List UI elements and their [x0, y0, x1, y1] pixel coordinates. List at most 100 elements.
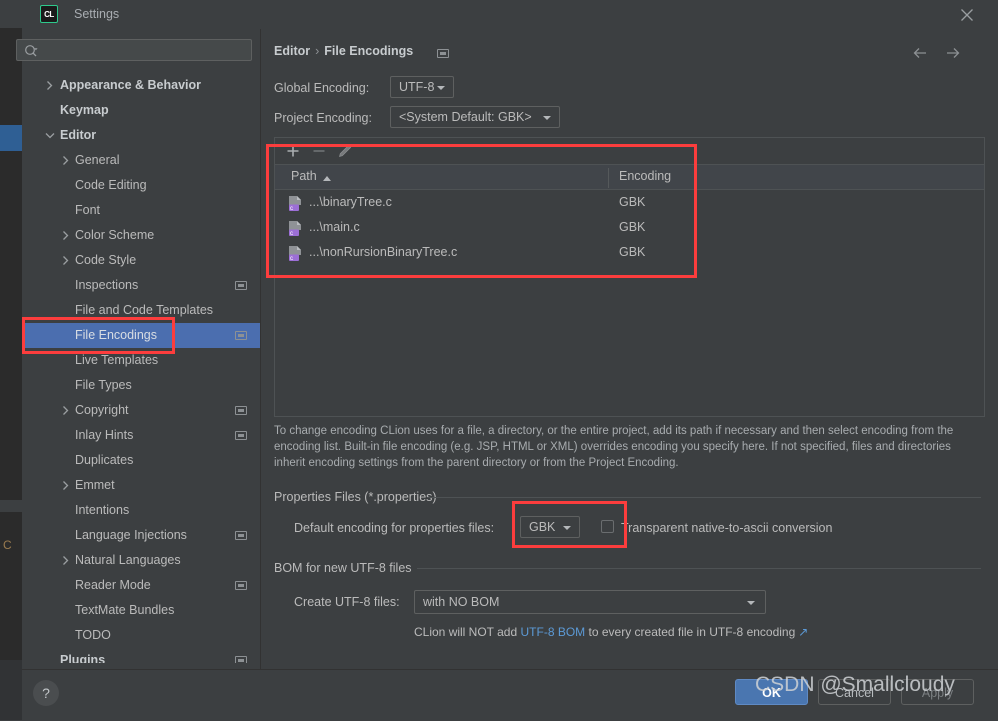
- sidebar-item-label: File Encodings: [75, 328, 157, 342]
- plugin-badge-icon: [235, 581, 247, 590]
- encodings-description: To change encoding CLion uses for a file…: [274, 425, 954, 469]
- breadcrumb-parent[interactable]: Editor: [274, 44, 310, 58]
- sidebar-item-font[interactable]: Font: [22, 198, 260, 223]
- global-encoding-combo[interactable]: UTF-8: [390, 76, 454, 98]
- properties-encoding-combo[interactable]: GBK: [520, 516, 580, 538]
- chevron-right-icon[interactable]: [60, 248, 72, 273]
- project-encoding-combo[interactable]: <System Default: GBK>: [390, 106, 560, 128]
- breadcrumb: Editor › File Encodings: [274, 44, 413, 58]
- transparent-native-to-ascii-checkbox[interactable]: [601, 520, 614, 533]
- sidebar-item-label: Emmet: [75, 478, 115, 492]
- title-bar: CL Settings: [22, 0, 998, 30]
- row-encoding[interactable]: GBK: [619, 220, 645, 234]
- background-ide-strip: [0, 0, 22, 720]
- add-icon[interactable]: [284, 142, 302, 160]
- row-path: ...\binaryTree.c: [309, 195, 392, 209]
- sidebar-item-editor[interactable]: Editor: [22, 123, 260, 148]
- sidebar-item-file-and-code-templates[interactable]: File and Code Templates: [22, 298, 260, 323]
- breadcrumb-current: File Encodings: [324, 44, 414, 58]
- sidebar-item-natural-languages[interactable]: Natural Languages: [22, 548, 260, 573]
- bom-hint: CLion will NOT add UTF-8 BOM to every cr…: [414, 625, 808, 639]
- sidebar-item-todo[interactable]: TODO: [22, 623, 260, 648]
- sidebar-item-live-templates[interactable]: Live Templates: [22, 348, 260, 373]
- sidebar-item-appearance-behavior[interactable]: Appearance & Behavior: [22, 73, 260, 98]
- sidebar-item-label: Reader Mode: [75, 578, 151, 592]
- sidebar-item-general[interactable]: General: [22, 148, 260, 173]
- table-row[interactable]: c ...\main.c GBK: [275, 216, 984, 241]
- sidebar-item-textmate-bundles[interactable]: TextMate Bundles: [22, 598, 260, 623]
- bom-hint-after: to every created file in UTF-8 encoding: [585, 625, 796, 639]
- sidebar-item-label: Duplicates: [75, 453, 134, 467]
- sidebar-item-file-types[interactable]: File Types: [22, 373, 260, 398]
- sidebar-item-label: Font: [75, 203, 101, 217]
- clion-logo-text: CL: [44, 9, 54, 19]
- chevron-right-icon[interactable]: [60, 223, 72, 248]
- chevron-right-icon[interactable]: [60, 473, 72, 498]
- encodings-table: Path Encoding c ...\binaryTree.c GBK c ...\m…: [274, 137, 985, 417]
- table-row[interactable]: c ...\binaryTree.c GBK: [275, 191, 984, 216]
- help-button[interactable]: ?: [33, 680, 59, 706]
- sidebar-item-plugins[interactable]: Plugins: [22, 648, 260, 663]
- sidebar-item-intentions[interactable]: Intentions: [22, 498, 260, 523]
- global-encoding-label: Global Encoding:: [274, 81, 370, 95]
- back-arrow-icon[interactable]: [910, 43, 932, 63]
- breadcrumb-project-badge-icon: [437, 49, 449, 58]
- svg-text:c: c: [290, 206, 293, 212]
- sidebar-item-inspections[interactable]: Inspections: [22, 273, 260, 298]
- sidebar-item-label: Code Editing: [75, 178, 147, 192]
- settings-tree[interactable]: Appearance & Behavior Keymap Editor General…: [22, 73, 260, 663]
- row-encoding[interactable]: GBK: [619, 245, 645, 259]
- forward-arrow-icon[interactable]: [942, 43, 964, 63]
- table-row[interactable]: c ...\nonRursionBinaryTree.c GBK: [275, 241, 984, 266]
- chevron-down-icon: [543, 116, 551, 120]
- sidebar-item-label: Appearance & Behavior: [60, 78, 202, 92]
- sidebar-item-code-editing[interactable]: Code Editing: [22, 173, 260, 198]
- sidebar-item-label: Copyright: [75, 403, 129, 417]
- sidebar-item-inlay-hints[interactable]: Inlay Hints: [22, 423, 260, 448]
- chevron-down-icon[interactable]: [44, 123, 56, 148]
- chevron-right-icon[interactable]: [60, 148, 72, 173]
- background-ide-mid: [0, 500, 22, 512]
- background-ide-bottom: [0, 660, 22, 720]
- chevron-down-icon: [563, 526, 571, 530]
- remove-icon[interactable]: [310, 142, 328, 160]
- settings-tree-panel: Appearance & Behavior Keymap Editor General…: [16, 29, 272, 669]
- utf8-bom-link[interactable]: UTF-8 BOM: [521, 625, 586, 639]
- search-box[interactable]: [16, 39, 252, 61]
- sidebar-item-label: Code Style: [75, 253, 137, 267]
- background-ide-top: [0, 0, 22, 28]
- plugin-badge-icon: [235, 531, 247, 540]
- column-header-path[interactable]: Path: [291, 169, 317, 183]
- transparent-native-to-ascii-label: Transparent native-to-ascii conversion: [621, 521, 833, 535]
- sidebar-item-label: TODO: [75, 628, 111, 642]
- svg-text:c: c: [290, 231, 293, 237]
- sidebar-item-language-injections[interactable]: Language Injections: [22, 523, 260, 548]
- sidebar-item-emmet[interactable]: Emmet: [22, 473, 260, 498]
- column-header-encoding[interactable]: Encoding: [619, 169, 671, 183]
- sidebar-item-copyright[interactable]: Copyright: [22, 398, 260, 423]
- sidebar-item-label: File and Code Templates: [75, 303, 214, 317]
- sidebar-item-label: Color Scheme: [75, 228, 155, 242]
- breadcrumb-separator: ›: [315, 44, 320, 58]
- sidebar-item-color-scheme[interactable]: Color Scheme: [22, 223, 260, 248]
- sidebar-item-reader-mode[interactable]: Reader Mode: [22, 573, 260, 598]
- column-divider[interactable]: [608, 168, 609, 188]
- row-encoding[interactable]: GBK: [619, 195, 645, 209]
- navigation-arrows: [910, 43, 970, 63]
- sidebar-item-duplicates[interactable]: Duplicates: [22, 448, 260, 473]
- chevron-right-icon[interactable]: [44, 73, 56, 98]
- properties-encoding-value: GBK: [529, 520, 556, 534]
- c-file-icon: c: [288, 195, 303, 212]
- background-ide-selection: [0, 125, 22, 151]
- sidebar-item-label: TextMate Bundles: [75, 603, 175, 617]
- create-utf8-files-combo[interactable]: with NO BOM: [414, 590, 766, 614]
- chevron-right-icon[interactable]: [60, 398, 72, 423]
- sidebar-item-keymap[interactable]: Keymap: [22, 98, 260, 123]
- edit-icon[interactable]: [336, 142, 354, 160]
- sidebar-item-file-encodings[interactable]: File Encodings: [22, 323, 260, 348]
- sidebar-item-code-style[interactable]: Code Style: [22, 248, 260, 273]
- external-link-icon[interactable]: ↗: [795, 625, 808, 639]
- chevron-right-icon[interactable]: [60, 548, 72, 573]
- close-icon[interactable]: [956, 5, 978, 25]
- search-input[interactable]: [45, 41, 247, 61]
